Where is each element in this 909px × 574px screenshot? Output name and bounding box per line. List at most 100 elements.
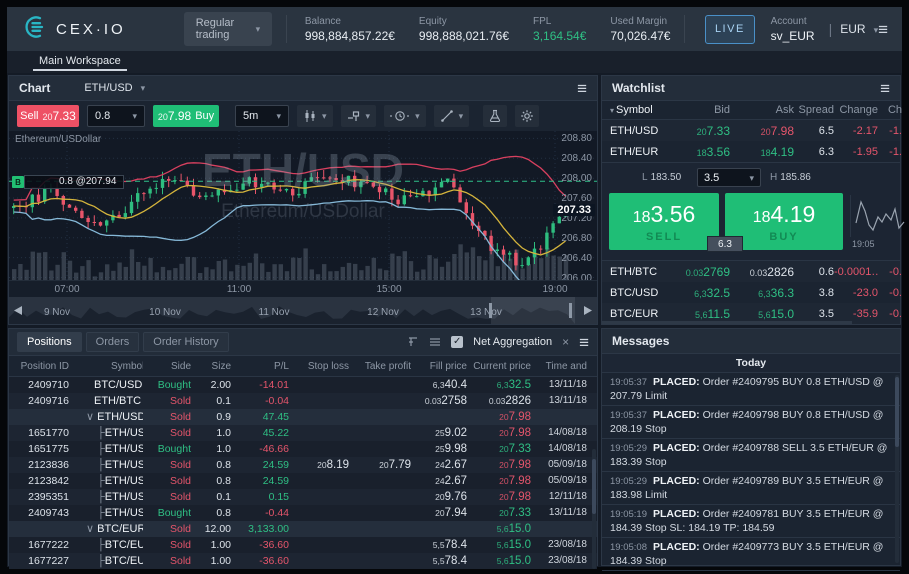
position-id: 1677222 <box>9 537 71 553</box>
time-axis[interactable]: 07:0011:0015:0019:00 <box>9 280 597 298</box>
buy-button[interactable]: 207.98 Buy <box>153 105 219 127</box>
sell-button[interactable]: Sell 207.33 <box>17 105 79 127</box>
price-tick: 206.80 <box>561 233 592 244</box>
timeframe-select[interactable]: 5m <box>235 105 289 127</box>
watchlist-bid: 183.56 <box>672 145 730 159</box>
watchlist-bid: 5,611.5 <box>672 307 730 321</box>
time-settings-select[interactable] <box>384 105 426 127</box>
tab-main-workspace[interactable]: Main Workspace <box>33 52 127 71</box>
position-marker[interactable]: B 0.8 @207.94 <box>12 175 124 189</box>
indicators-select[interactable] <box>341 105 377 127</box>
position-row[interactable]: ∨ ETH/USDSold0.947.45207.98 <box>9 409 597 425</box>
tab-orders[interactable]: Orders <box>86 332 140 352</box>
position-row[interactable]: 1651770├ETH/USDSold1.045.22259.02207.981… <box>9 425 597 441</box>
trade-amount-select[interactable]: 3.5 <box>697 168 761 187</box>
positions-menu-icon[interactable]: ≡ <box>579 334 589 351</box>
positions-col-header[interactable]: Stop loss <box>291 361 351 372</box>
quick-sell-button[interactable]: 183.56 SELL <box>609 193 719 250</box>
watchlist-bid: 6,332.5 <box>672 286 730 300</box>
row-density-icon[interactable] <box>429 336 441 348</box>
position-row[interactable]: 2395351├ETH/USDSold0.10.15209.76207.9812… <box>9 489 597 505</box>
position-row[interactable]: 1677227├BTC/EURSold1.00-36.605,578.45,61… <box>9 553 597 569</box>
currency-select[interactable]: | EUR <box>829 21 879 37</box>
position-row[interactable]: 1677222├BTC/EURSold1.00-36.605,578.45,61… <box>9 537 597 553</box>
positions-col-header[interactable]: Take profit <box>351 361 413 372</box>
cex-logo[interactable]: CEX·IO <box>23 14 126 45</box>
chart-panel-menu-icon[interactable]: ≡ <box>577 80 587 97</box>
position-size: 0.8 <box>193 473 233 489</box>
positions-col-header[interactable]: Symbol <box>71 361 143 372</box>
position-pl: -36.60 <box>233 553 291 569</box>
message-item[interactable]: 19:05:37PLACED: Order #2409795 BUY 0.8 E… <box>602 373 900 406</box>
chevron-down-icon <box>276 110 281 122</box>
trading-mode-select[interactable]: Regular trading <box>184 12 272 46</box>
tab-positions[interactable]: Positions <box>17 332 82 352</box>
watchlist-change: -23.0 <box>834 287 878 299</box>
strategies-button[interactable] <box>483 105 507 127</box>
message-item[interactable]: 19:05:29PLACED: Order #2409788 SELL 3.5 … <box>602 439 900 472</box>
position-row[interactable]: 2409716ETH/BTCSold0.1-0.040.0327580.0328… <box>9 393 597 409</box>
net-aggregation-clear-icon[interactable]: × <box>562 335 569 349</box>
column-settings-icon[interactable] <box>407 336 419 348</box>
cex-logo-icon <box>23 14 49 45</box>
message-item[interactable]: 19:05:08PLACED: Order #2409773 BUY 3.5 E… <box>602 538 900 571</box>
position-size: 0.1 <box>193 393 233 409</box>
header-menu-icon[interactable]: ≡ <box>878 21 888 38</box>
watchlist-row[interactable]: BTC/USD6,332.56,336.33.8-23.0-0. <box>602 282 900 303</box>
live-button[interactable]: LIVE <box>705 15 754 44</box>
positions-col-header[interactable]: P/L <box>233 361 291 372</box>
watchlist-row[interactable]: ETH/EUR183.56184.196.3-1.95-1. <box>602 141 900 162</box>
positions-col-header[interactable]: Position ID <box>9 361 71 372</box>
tab-order-history[interactable]: Order History <box>143 332 228 352</box>
watchlist-col-header[interactable]: Spread <box>794 104 834 116</box>
price-axis[interactable]: 208.80208.40208.00207.60207.20206.80206.… <box>551 131 597 280</box>
positions-col-header[interactable]: Size <box>193 361 233 372</box>
position-fill-price: 242.67 <box>413 473 469 489</box>
message-item[interactable]: 19:05:29PLACED: Order #2409789 BUY 3.5 E… <box>602 472 900 505</box>
position-row[interactable]: 2123842├ETH/USDSold0.824.59242.67207.980… <box>9 473 597 489</box>
watchlist-ask: 6,336.3 <box>730 286 794 300</box>
messages-list: 19:05:37PLACED: Order #2409795 BUY 0.8 E… <box>602 373 900 574</box>
amount-select[interactable]: 0.8 <box>87 105 145 127</box>
positions-col-header[interactable]: Current price <box>469 361 533 372</box>
candlestick-chart[interactable] <box>9 131 597 280</box>
positions-col-header[interactable]: Time and <box>533 361 589 372</box>
watchlist-ask: 0.032826 <box>730 265 794 279</box>
collapse-icon[interactable]: ∨ <box>86 411 97 423</box>
position-side-badge: B <box>12 176 24 188</box>
chart-settings-button[interactable] <box>515 105 539 127</box>
watchlist-scrollbar[interactable] <box>602 321 852 324</box>
watchlist-col-header[interactable]: Ask <box>730 104 794 116</box>
position-row[interactable]: 2123836├ETH/USDSold0.824.59208.19207.792… <box>9 457 597 473</box>
message-item[interactable]: 19:05:37PLACED: Order #2409798 BUY 0.8 E… <box>602 406 900 439</box>
messages-scrollbar[interactable] <box>895 375 899 563</box>
position-row[interactable]: 2409710BTC/USDBought2.00-14.016,340.46,3… <box>9 377 597 393</box>
positions-scrollbar[interactable] <box>592 449 596 569</box>
watchlist-menu-icon[interactable]: ≡ <box>880 80 890 97</box>
positions-scroll-thumb[interactable] <box>592 459 596 514</box>
watchlist-row[interactable]: ETH/USD207.33207.986.5-2.17-1. <box>602 120 900 141</box>
watchlist-col-header[interactable]: Change <box>834 104 878 116</box>
chart-type-select[interactable] <box>297 105 333 127</box>
svg-text:11 Nov: 11 Nov <box>259 307 290 318</box>
positions-col-header[interactable]: Fill price <box>413 361 469 372</box>
collapse-icon[interactable]: ∨ <box>86 523 97 535</box>
sell-label: Sell <box>20 110 38 122</box>
positions-col-header[interactable]: Side <box>143 361 193 372</box>
message-text: PLACED: Order #2409781 BUY 3.5 ETH/EUR @… <box>610 508 883 534</box>
watchlist-col-header[interactable]: Ch <box>878 104 902 116</box>
watchlist-col-header[interactable]: Bid <box>672 104 730 116</box>
message-item[interactable]: 19:05:19PLACED: Order #2409781 BUY 3.5 E… <box>602 505 900 538</box>
position-row[interactable]: 1651775├ETH/USDBought1.0-46.66259.98207.… <box>9 441 597 457</box>
chart-plot-area[interactable]: ETH/USD Ethereum/USDollar Ethereum/USDol… <box>9 131 597 280</box>
messages-scroll-thumb[interactable] <box>895 377 899 447</box>
net-aggregation-checkbox[interactable] <box>451 336 463 348</box>
position-row[interactable]: ∨ BTC/EURSold12.003,133.005,615.0 <box>9 521 597 537</box>
chart-navigator[interactable]: 9 Nov10 Nov11 Nov12 Nov13 Nov <box>9 297 597 324</box>
stat-value: 70,026.47€ <box>610 29 670 43</box>
watchlist-row[interactable]: ETH/BTC0.0327690.0328260.6-0.0001…-0. <box>602 261 900 282</box>
drawing-tool-select[interactable] <box>434 105 470 127</box>
chart-symbol-select[interactable]: ETH/USD <box>84 82 145 94</box>
position-row[interactable]: 2409743├ETH/USDBought0.8-0.44207.94207.3… <box>9 505 597 521</box>
watchlist-col-header[interactable]: ▾Symbol <box>602 104 672 116</box>
